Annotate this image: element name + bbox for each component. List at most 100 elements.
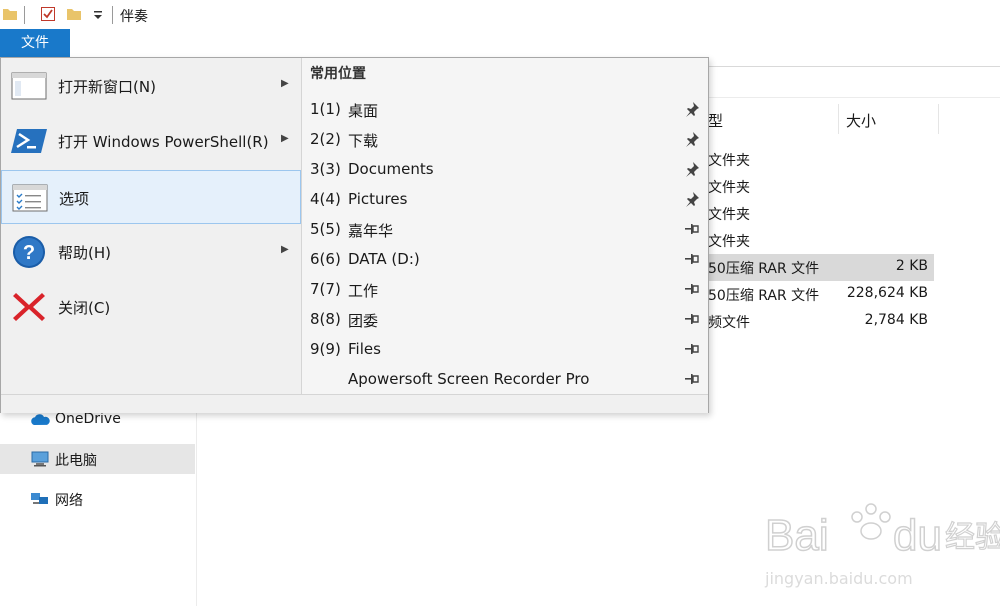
menu-item-label: 打开新窗口(N) — [58, 78, 156, 96]
nav-item-network[interactable]: 网络 — [0, 484, 195, 514]
place-number: 4(4) — [310, 190, 341, 208]
file-size: 2,784 KB — [864, 312, 928, 328]
place-number: 8(8) — [310, 310, 341, 328]
frequent-place-item[interactable]: 3(3) Documents — [302, 154, 708, 184]
file-menu-footer — [1, 394, 708, 413]
properties-check-icon[interactable] — [40, 6, 56, 22]
unpinned-icon[interactable] — [684, 341, 700, 357]
network-icon — [31, 493, 48, 504]
file-row[interactable]: 文件夹 — [700, 146, 934, 173]
frequent-place-item[interactable]: Apowersoft Screen Recorder Pro — [302, 364, 708, 394]
place-number: 7(7) — [310, 280, 341, 298]
place-number: 9(9) — [310, 340, 341, 358]
file-type: 50压缩 RAR 文件 — [708, 288, 820, 304]
svg-text:Bai: Bai — [765, 511, 829, 560]
column-divider[interactable] — [938, 104, 939, 134]
menu-item-label: 打开 Windows PowerShell(R) — [58, 133, 269, 151]
toolbar-separator — [112, 6, 113, 24]
column-divider[interactable] — [838, 104, 839, 134]
svg-text:?: ? — [23, 242, 35, 264]
file-tab[interactable]: 文件 — [0, 29, 70, 57]
file-row[interactable]: 50压缩 RAR 文件 228,624 KB — [700, 281, 934, 308]
menu-item-close[interactable]: 关闭(C) — [1, 280, 301, 334]
frequent-place-item[interactable]: 5(5) 嘉年华 — [302, 214, 708, 244]
place-name: DATA (D:) — [348, 250, 420, 268]
address-bar[interactable] — [700, 66, 1000, 98]
file-type: 文件夹 — [708, 180, 750, 196]
place-number: 5(5) — [310, 220, 341, 238]
nav-item-this-pc[interactable]: 此电脑 — [0, 444, 195, 474]
pinned-icon[interactable] — [684, 161, 700, 177]
file-row[interactable]: 文件夹 — [700, 173, 934, 200]
frequent-places-header: 常用位置 — [310, 66, 366, 82]
submenu-arrow-icon: ▶ — [281, 244, 289, 255]
unpinned-icon[interactable] — [684, 281, 700, 297]
frequent-place-item[interactable]: 6(6) DATA (D:) — [302, 244, 708, 274]
unpinned-icon[interactable] — [684, 251, 700, 267]
title-bar: 伴奏 — [0, 0, 1000, 30]
baidu-jingyan-watermark: Bai du 经验 jingyan.baidu.com — [764, 495, 1000, 590]
nav-item-label: 此电脑 — [55, 453, 97, 469]
file-row-selected[interactable]: 50压缩 RAR 文件 2 KB — [700, 254, 934, 281]
nav-item-label: OneDrive — [55, 411, 121, 427]
file-row[interactable]: 频文件 2,784 KB — [700, 308, 934, 335]
frequent-place-item[interactable]: 2(2) 下载 — [302, 124, 708, 154]
submenu-arrow-icon: ▶ — [281, 78, 289, 89]
new-folder-icon[interactable] — [66, 6, 82, 22]
place-name: 团委 — [348, 312, 379, 330]
column-header-type[interactable]: 型 — [708, 110, 723, 131]
pinned-icon[interactable] — [684, 191, 700, 207]
unpinned-icon[interactable] — [684, 311, 700, 327]
folder-icon — [3, 9, 17, 20]
menu-item-open-new-window[interactable]: 打开新窗口(N) ▶ — [1, 59, 301, 113]
menu-item-label: 选项 — [59, 190, 90, 208]
menu-item-open-powershell[interactable]: 打开 Windows PowerShell(R) ▶ — [1, 114, 301, 168]
file-size: 2 KB — [895, 258, 928, 274]
unpinned-icon[interactable] — [684, 221, 700, 237]
new-window-icon — [11, 72, 47, 100]
file-size: 228,624 KB — [846, 285, 928, 301]
menu-item-options[interactable]: 选项 — [1, 170, 301, 224]
place-number: 2(2) — [310, 130, 341, 148]
column-header-size[interactable]: 大小 — [846, 110, 876, 131]
window-title: 伴奏 — [120, 9, 148, 25]
menu-item-label: 帮助(H) — [58, 244, 111, 262]
place-number: 6(6) — [310, 250, 341, 268]
onedrive-icon — [31, 414, 50, 425]
ribbon-tabs — [0, 30, 1000, 58]
close-icon — [13, 293, 45, 321]
watermark-url: jingyan.baidu.com — [765, 569, 913, 588]
customize-toolbar-dropdown-icon[interactable] — [90, 6, 106, 22]
place-name: Files — [348, 340, 381, 358]
toolbar-separator — [24, 6, 25, 24]
this-pc-icon — [31, 451, 49, 467]
powershell-icon — [11, 129, 47, 153]
place-name: Pictures — [348, 190, 408, 208]
menu-item-label: 关闭(C) — [58, 299, 111, 317]
svg-text:du: du — [893, 511, 942, 560]
file-row[interactable]: 文件夹 — [700, 227, 934, 254]
nav-item-label: 网络 — [55, 493, 83, 509]
frequent-place-item[interactable]: 4(4) Pictures — [302, 184, 708, 214]
pinned-icon[interactable] — [684, 101, 700, 117]
pinned-icon[interactable] — [684, 131, 700, 147]
file-row[interactable]: 文件夹 — [700, 200, 934, 227]
frequent-place-item[interactable]: 8(8) 团委 — [302, 304, 708, 334]
help-icon: ? — [13, 236, 45, 268]
options-icon — [12, 184, 48, 212]
frequent-place-item[interactable]: 7(7) 工作 — [302, 274, 708, 304]
place-name: 桌面 — [348, 102, 379, 120]
frequent-place-item[interactable]: 1(1) 桌面 — [302, 94, 708, 124]
file-menu-commands: 打开新窗口(N) ▶ 打开 Windows PowerShell(R) ▶ 选项… — [1, 58, 301, 394]
frequent-place-item[interactable]: 9(9) Files — [302, 334, 708, 364]
file-type: 50压缩 RAR 文件 — [708, 261, 820, 277]
baidu-logo-icon: Bai du 经验 — [764, 503, 1000, 561]
unpinned-icon[interactable] — [684, 371, 700, 387]
nav-pane-divider — [196, 410, 197, 606]
file-type: 文件夹 — [708, 153, 750, 169]
menu-item-help[interactable]: ? 帮助(H) ▶ — [1, 225, 301, 279]
svg-text:经验: 经验 — [945, 520, 1000, 555]
place-number: 1(1) — [310, 100, 341, 118]
place-name: 工作 — [348, 282, 379, 300]
file-menu: 打开新窗口(N) ▶ 打开 Windows PowerShell(R) ▶ 选项… — [0, 57, 709, 413]
